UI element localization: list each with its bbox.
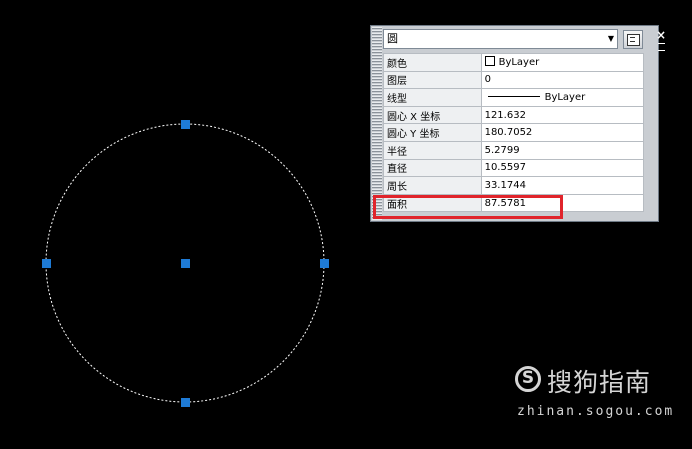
palette-header: 圆 ▼ ×: [383, 29, 666, 51]
property-row[interactable]: 直径 10.5597: [383, 158, 645, 178]
property-row[interactable]: 颜色 ByLayer: [383, 53, 645, 72]
watermark-name: 搜狗指南: [547, 368, 652, 397]
property-row[interactable]: 圆心 Y 坐标 180.7052: [383, 123, 645, 142]
property-value[interactable]: ByLayer: [480, 88, 645, 107]
chevron-down-icon[interactable]: ▼: [608, 30, 614, 48]
property-label: 图层: [383, 70, 482, 90]
grip-center[interactable]: [181, 259, 190, 268]
sogou-logo-icon: S: [515, 366, 541, 392]
watermark-url: zhinan.sogou.com: [517, 404, 675, 419]
property-value[interactable]: 10.5597: [480, 158, 645, 178]
object-type-select[interactable]: 圆 ▼: [383, 29, 618, 49]
property-value[interactable]: 121.632: [480, 105, 645, 125]
property-row[interactable]: 周长 33.1744: [383, 176, 645, 195]
close-icon[interactable]: ×: [656, 29, 666, 41]
properties-palette: 圆 ▼ × 颜色 ByLayer 图层 0 线型 ByLayer 圆心 X 坐标…: [370, 25, 666, 222]
palette-menu-icon[interactable]: [658, 43, 665, 51]
property-label: 颜色: [383, 53, 482, 72]
property-value[interactable]: 5.2799: [480, 140, 645, 160]
property-label: 线型: [383, 88, 482, 107]
property-value[interactable]: 33.1744: [480, 176, 645, 195]
property-label: 周长: [383, 176, 482, 195]
property-row[interactable]: 图层 0: [383, 70, 645, 90]
property-label: 圆心 X 坐标: [383, 105, 482, 125]
linetype-sample: [487, 95, 540, 97]
grip-left[interactable]: [42, 259, 51, 268]
color-swatch-icon: [484, 56, 495, 67]
linetype-value: ByLayer: [544, 91, 586, 103]
color-value: ByLayer: [498, 57, 540, 69]
watermark: S 搜狗指南 zhinan.sogou.com: [515, 361, 675, 421]
grip-right[interactable]: [320, 259, 329, 268]
quick-select-icon: [627, 34, 640, 46]
property-value[interactable]: ByLayer: [480, 53, 645, 72]
object-type-label: 圆: [387, 32, 398, 45]
area-highlight-box: [373, 195, 563, 219]
property-value[interactable]: 0: [480, 70, 645, 90]
property-label: 直径: [383, 158, 482, 178]
property-label: 半径: [383, 140, 482, 160]
properties-grid: 颜色 ByLayer 图层 0 线型 ByLayer 圆心 X 坐标 121.6…: [383, 53, 645, 213]
grip-top[interactable]: [181, 120, 190, 129]
palette-drag-handle[interactable]: [372, 27, 382, 220]
property-value[interactable]: 180.7052: [480, 123, 645, 142]
property-row[interactable]: 半径 5.2799: [383, 140, 645, 160]
property-row[interactable]: 圆心 X 坐标 121.632: [383, 105, 645, 125]
grip-bottom[interactable]: [181, 398, 190, 407]
property-label: 圆心 Y 坐标: [383, 123, 482, 142]
quick-select-button[interactable]: [623, 30, 643, 49]
property-row[interactable]: 线型 ByLayer: [383, 88, 645, 107]
